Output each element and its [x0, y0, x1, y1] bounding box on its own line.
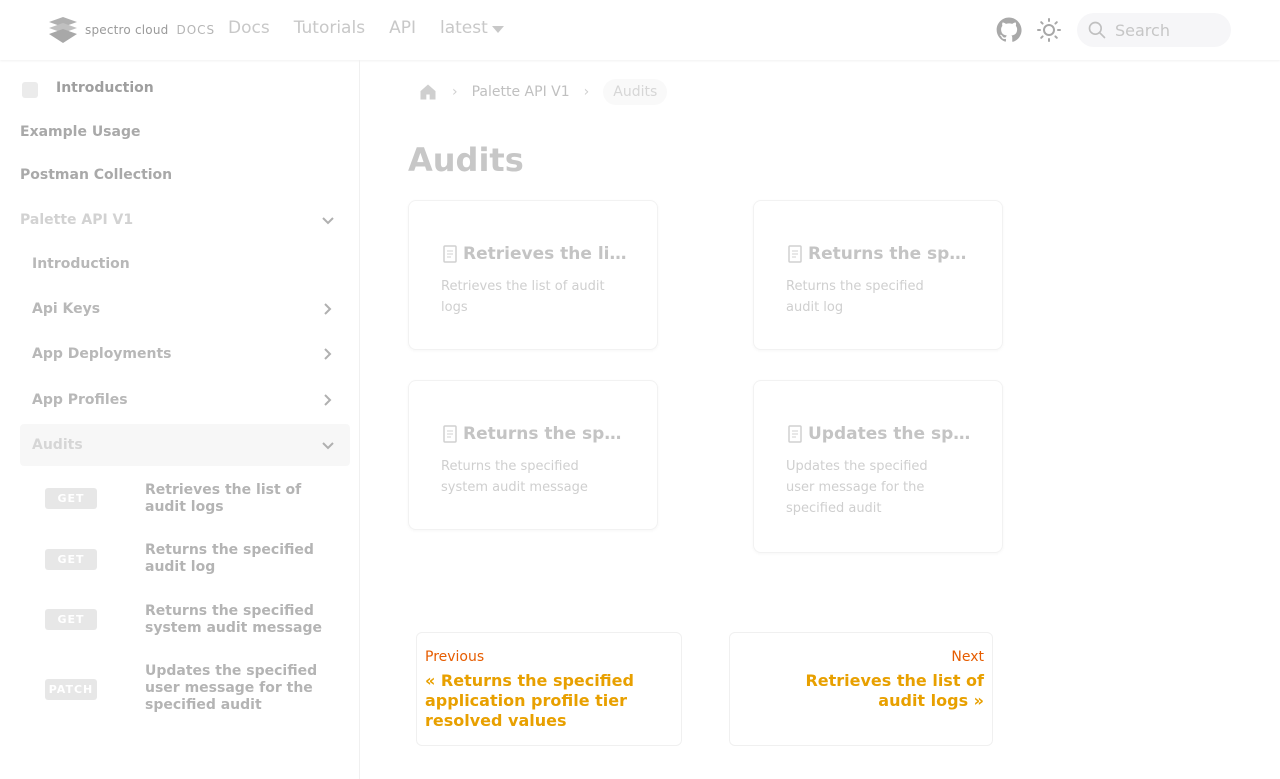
method-badge-get: GET — [45, 609, 97, 630]
caret-down-icon — [491, 26, 504, 33]
page-title: Audits — [408, 141, 524, 179]
sidebar-item-app-profiles[interactable]: App Profiles — [32, 392, 128, 408]
card-title: Returns the specified audit log — [786, 244, 976, 264]
version-dropdown[interactable]: latest — [440, 18, 504, 38]
document-icon — [443, 425, 457, 443]
method-badge-get: GET — [45, 488, 97, 509]
card-title-text: Returns the specified system audit messa… — [463, 424, 631, 444]
sidebar-item-postman-collection[interactable]: Postman Collection — [20, 167, 172, 183]
method-badge-patch: PATCH — [45, 679, 97, 700]
nav-links: Docs Tutorials API latest — [228, 18, 504, 38]
sidebar-endpoint-update-user-message[interactable]: Updates the specified user message for t… — [145, 663, 335, 714]
home-icon[interactable] — [418, 82, 438, 102]
card-title-text: Retrieves the list of audit logs — [463, 244, 631, 264]
chevron-right-icon[interactable] — [321, 393, 335, 407]
card-title-text: Updates the specified user message for t… — [808, 424, 976, 444]
sidebar-item-introduction-top[interactable]: Introduction — [56, 80, 154, 96]
document-icon — [788, 425, 802, 443]
sidebar-item-app-deployments[interactable]: App Deployments — [32, 346, 172, 362]
spectro-cloud-logo-icon — [49, 17, 77, 43]
pagination-prev-label: Previous — [425, 649, 485, 665]
chevron-right-icon[interactable] — [321, 347, 335, 361]
sidebar-item-audits[interactable]: Audits — [32, 437, 83, 453]
breadcrumb-separator: › — [583, 84, 590, 100]
card-title: Retrieves the list of audit logs — [441, 244, 631, 264]
pagination-next[interactable]: Next Retrieves the list of audit logs » — [729, 632, 993, 746]
breadcrumb: › Palette API V1 › Audits — [408, 78, 668, 106]
card-description: Returns the specified audit log — [786, 279, 924, 315]
card-description: Returns the specified system audit messa… — [441, 459, 588, 495]
search-icon — [1088, 21, 1106, 39]
version-label: latest — [439, 18, 488, 38]
card-title: Updates the specified user message for t… — [786, 424, 976, 444]
sidebar: Introduction Example Usage Postman Colle… — [0, 60, 360, 779]
chevron-right-icon[interactable] — [321, 302, 335, 316]
sidebar-endpoint-list-audits[interactable]: Retrieves the list of audit logs — [145, 482, 335, 516]
top-navbar: spectro cloud DOCS Docs Tutorials API la… — [0, 0, 1280, 60]
method-badge-get: GET — [45, 549, 97, 570]
sidebar-endpoint-get-audit[interactable]: Returns the specified audit log — [145, 542, 335, 576]
card-title-text: Returns the specified audit log — [808, 244, 976, 264]
breadcrumb-separator: › — [452, 84, 458, 100]
nav-link-tutorials[interactable]: Tutorials — [294, 18, 365, 38]
card-description: Updates the specified user message for t… — [786, 459, 928, 516]
sidebar-item-introduction[interactable]: Introduction — [32, 256, 130, 272]
document-icon — [788, 245, 802, 263]
sidebar-item-api-keys[interactable]: Api Keys — [32, 301, 100, 317]
nav-link-docs[interactable]: Docs — [228, 18, 270, 38]
breadcrumb-current: Audits — [603, 79, 668, 105]
chevron-down-icon[interactable] — [321, 214, 335, 228]
pagination-next-title: Retrieves the list of audit logs » — [805, 671, 984, 710]
doc-card[interactable]: Returns the specified system audit messa… — [408, 380, 658, 530]
doc-card[interactable]: Returns the specified audit log Returns … — [753, 200, 1003, 350]
breadcrumb-parent[interactable]: Palette API V1 — [472, 84, 570, 100]
sidebar-endpoint-get-system-message[interactable]: Returns the specified system audit messa… — [145, 603, 335, 637]
card-title: Returns the specified system audit messa… — [441, 424, 631, 444]
search-placeholder: Search — [1115, 20, 1170, 40]
brand-logo[interactable]: spectro cloud DOCS — [47, 16, 215, 44]
doc-card[interactable]: Updates the specified user message for t… — [753, 380, 1003, 553]
search-box[interactable]: Search — [1077, 13, 1231, 47]
theme-toggle-sun-icon[interactable] — [1037, 18, 1061, 42]
sidebar-item-palette-api-v1[interactable]: Palette API V1 — [20, 212, 133, 228]
sidebar-item-example-usage[interactable]: Example Usage — [20, 124, 140, 140]
document-icon — [443, 245, 457, 263]
chevron-down-icon[interactable] — [321, 439, 335, 453]
brand-name: spectro cloud — [85, 23, 169, 37]
brand-suffix: DOCS — [176, 23, 216, 37]
doc-card[interactable]: Retrieves the list of audit logs Retriev… — [408, 200, 658, 350]
pagination-prev-title: « Returns the specified application prof… — [425, 671, 634, 730]
pagination-prev[interactable]: Previous « Returns the specified applica… — [416, 632, 682, 746]
nav-link-api[interactable]: API — [389, 18, 416, 38]
card-description: Retrieves the list of audit logs — [441, 279, 605, 315]
sidebar-intro-icon — [22, 82, 38, 98]
pagination-next-label: Next — [951, 649, 984, 665]
github-icon[interactable] — [996, 17, 1022, 43]
